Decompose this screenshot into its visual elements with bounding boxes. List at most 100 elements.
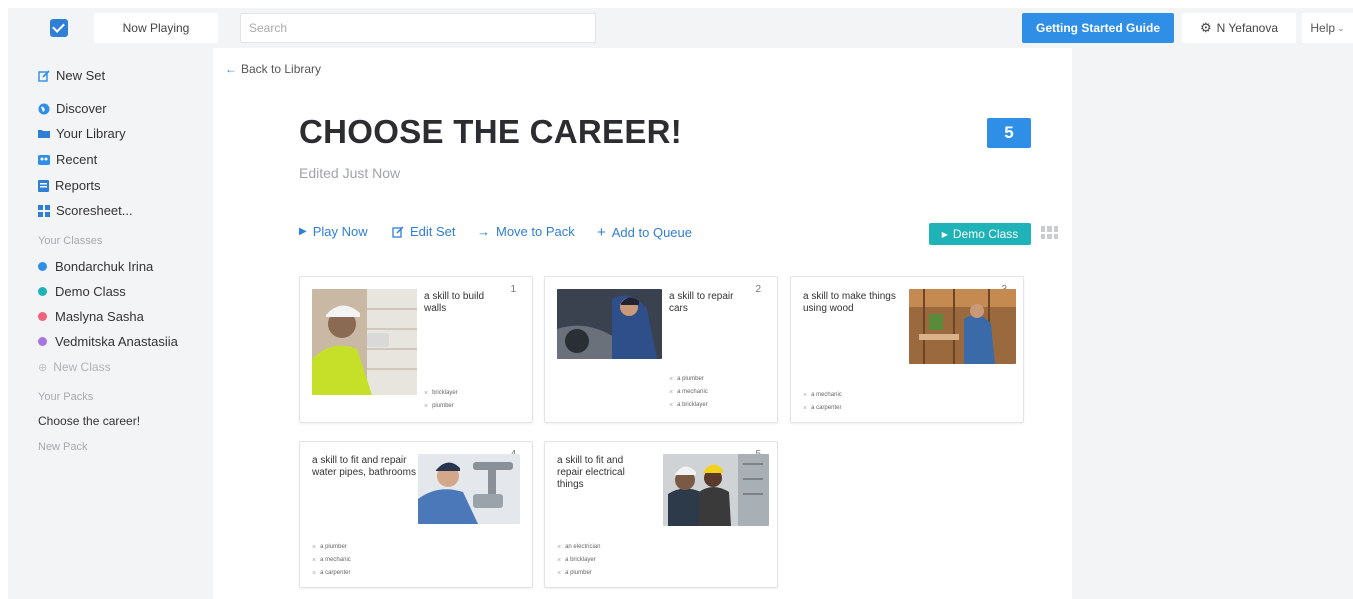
class-color-dot — [38, 262, 47, 271]
electrician-photo — [663, 454, 769, 526]
grid-icon — [38, 204, 50, 217]
class-color-dot — [38, 312, 47, 321]
question-card[interactable]: 2 a skill to repair cars a plumber a mec… — [544, 276, 778, 423]
edit-icon — [38, 69, 50, 82]
question-card[interactable]: 5 a skill to fit and repair electrical t… — [544, 441, 778, 588]
sidebar-item-label: Recent — [56, 152, 98, 167]
card-answer: a carpenter — [803, 402, 842, 415]
grid-view-icon[interactable] — [1041, 226, 1058, 239]
question-card[interactable]: 1 a skill to build walls bricklayer plum… — [299, 276, 533, 423]
back-label: Back to Library — [241, 62, 322, 76]
now-playing-button[interactable]: Now Playing — [94, 13, 218, 43]
user-menu[interactable]: ⚙ N Yefanova — [1182, 13, 1296, 43]
card-question: a skill to repair cars — [669, 291, 734, 314]
card-answer: a carpenter — [312, 567, 351, 580]
search-input[interactable] — [240, 13, 596, 43]
card-answer-list: a plumber a mechanic a carpenter — [312, 541, 351, 580]
right-panel-background — [1072, 48, 1353, 599]
sidebar-item-new-set[interactable]: New Set — [38, 68, 105, 83]
folder-icon — [38, 130, 50, 138]
card-number: 2 — [755, 284, 761, 295]
class-color-dot — [38, 287, 47, 296]
card-answer: a plumber — [557, 567, 600, 580]
question-count-badge: 5 — [987, 118, 1031, 148]
card-answer: bricklayer — [424, 387, 458, 400]
sidebar-item-scoresheet[interactable]: Scoresheet... — [38, 203, 133, 218]
user-name: N Yefanova — [1216, 21, 1279, 35]
card-answer: a mechanic — [669, 386, 708, 399]
card-answer: plumber — [424, 400, 458, 413]
sidebar-item-label: Vedmitska Anastasiia — [55, 334, 178, 349]
add-circle-icon: ⊕ — [38, 361, 48, 374]
question-card[interactable]: 4 a skill to fit and repair water pipes,… — [299, 441, 533, 588]
edit-set-button[interactable]: Edit Set — [392, 224, 456, 239]
sidebar-class-item[interactable]: Maslyna Sasha — [38, 309, 144, 324]
plumber-photo — [418, 454, 520, 524]
card-answer: a plumber — [312, 541, 351, 554]
mechanic-photo — [557, 289, 662, 359]
arrow-left-icon: ← — [225, 62, 237, 76]
card-answer: a mechanic — [312, 554, 351, 567]
checkmark-logo-icon[interactable] — [50, 19, 68, 37]
add-to-queue-button[interactable]: + Add to Queue — [597, 224, 692, 241]
sidebar-item-your-library[interactable]: Your Library — [38, 126, 126, 141]
sidebar-item-label: Choose the career! — [38, 414, 141, 428]
card-answer: a bricklayer — [669, 399, 708, 412]
plus-icon: + — [597, 224, 606, 241]
card-answer-list: a plumber a mechanic a bricklayer — [669, 373, 708, 412]
arrow-right-icon: → — [477, 224, 490, 239]
edited-status: Edited Just Now — [299, 165, 401, 181]
card-answer-list: an electrician a bricklayer a plumber — [557, 541, 600, 580]
card-answer-list: a mechanic a carpenter — [803, 389, 842, 415]
play-icon: ▶ — [299, 226, 307, 237]
play-now-label: Play Now — [312, 224, 368, 239]
sidebar-item-label: Scoresheet... — [56, 203, 133, 218]
move-to-pack-label: Move to Pack — [496, 224, 575, 239]
class-color-dot — [38, 337, 47, 346]
card-answer: a mechanic — [803, 389, 842, 402]
card-answer: a plumber — [669, 373, 708, 386]
card-question: a skill to build walls — [424, 291, 485, 314]
play-now-button[interactable]: ▶ Play Now — [299, 224, 368, 239]
card-question: a skill to fit and repair water pipes, b… — [312, 455, 416, 478]
bricklayer-photo — [312, 289, 417, 395]
card-answer-list: bricklayer plumber — [424, 387, 458, 413]
gear-icon: ⚙ — [1199, 20, 1212, 35]
sidebar-item-label: Discover — [56, 101, 107, 116]
sidebar-item-reports[interactable]: Reports — [38, 178, 101, 193]
sidebar-item-label: Bondarchuk Irina — [55, 259, 154, 274]
play-icon: ▶ — [941, 229, 948, 239]
sidebar-class-item[interactable]: Demo Class — [38, 284, 126, 299]
back-to-library-link[interactable]: ← Back to Library — [225, 62, 321, 76]
classes-heading: Your Classes — [38, 235, 103, 247]
help-label: Help — [1310, 21, 1336, 35]
sidebar-class-item[interactable]: Vedmitska Anastasiia — [38, 334, 178, 349]
new-pack-button[interactable]: New Pack — [38, 441, 88, 453]
carpenter-photo — [909, 289, 1016, 364]
reports-icon — [38, 179, 49, 192]
card-number: 1 — [510, 284, 516, 295]
getting-started-guide-button[interactable]: Getting Started Guide — [1022, 13, 1174, 43]
question-card[interactable]: 3 a skill to make things using wood a me… — [790, 276, 1024, 423]
sidebar-pack-item[interactable]: Choose the career! — [38, 414, 140, 428]
sidebar: New Set Discover Your Library Recent Rep… — [8, 48, 213, 599]
recent-icon — [38, 154, 50, 165]
card-question: a skill to fit and repair electrical thi… — [557, 455, 625, 490]
card-question: a skill to make things using wood — [803, 291, 896, 314]
move-to-pack-button[interactable]: → Move to Pack — [477, 224, 575, 239]
sidebar-item-label: Maslyna Sasha — [55, 309, 144, 324]
sidebar-item-recent[interactable]: Recent — [38, 152, 97, 167]
new-class-button[interactable]: ⊕ New Class — [38, 360, 111, 374]
help-menu[interactable]: Help ⌄ — [1302, 13, 1353, 43]
card-answer: a bricklayer — [557, 554, 600, 567]
new-class-label: New Class — [53, 360, 111, 374]
demo-class-label: Demo Class — [952, 227, 1019, 241]
page-title: CHOOSE THE CAREER! — [299, 113, 683, 150]
sidebar-item-discover[interactable]: Discover — [38, 101, 107, 116]
sidebar-item-label: New Set — [56, 68, 106, 83]
top-bar: Now Playing Getting Started Guide ⚙ N Ye… — [8, 8, 1353, 48]
demo-class-button[interactable]: ▶ Demo Class — [929, 223, 1031, 245]
sidebar-class-item[interactable]: Bondarchuk Irina — [38, 259, 153, 274]
card-answer: an electrician — [557, 541, 600, 554]
packs-heading: Your Packs — [38, 391, 94, 403]
